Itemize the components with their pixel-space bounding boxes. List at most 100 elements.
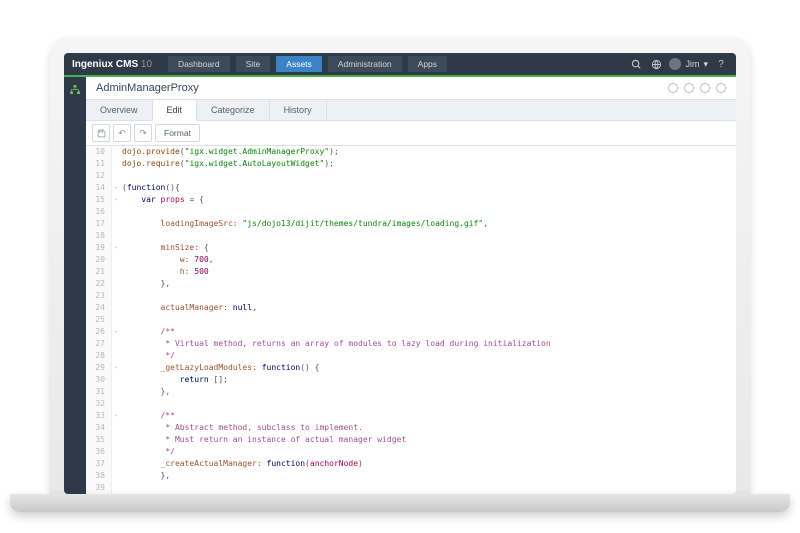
context-action-1[interactable] <box>668 83 678 93</box>
fold-toggle[interactable]: - <box>112 182 120 194</box>
fold-toggle <box>112 374 120 386</box>
nav-apps[interactable]: Apps <box>408 56 447 72</box>
page-title: AdminManagerProxy <box>96 82 199 94</box>
fold-toggle <box>112 482 120 494</box>
fold-toggle <box>112 146 120 158</box>
code-line[interactable]: 15- var props = { <box>86 194 736 206</box>
code-line[interactable]: 24 actualManager: null, <box>86 302 736 314</box>
context-action-3[interactable] <box>700 83 710 93</box>
code-line[interactable]: 39 <box>86 482 736 494</box>
code-line[interactable]: 30 return []; <box>86 374 736 386</box>
code-line[interactable]: 21 h: 500 <box>86 266 736 278</box>
fold-toggle <box>112 206 120 218</box>
code-content: loadingImageSrc: "js/dojo13/dijit/themes… <box>120 218 488 230</box>
line-number: 30 <box>86 374 112 386</box>
fold-toggle[interactable]: - <box>112 326 120 338</box>
user-menu[interactable]: Jim ▾ <box>669 58 708 70</box>
fold-toggle <box>112 266 120 278</box>
code-content: /** <box>120 410 175 422</box>
fold-toggle[interactable]: - <box>112 410 120 422</box>
line-number: 23 <box>86 290 112 302</box>
chevron-down-icon: ▾ <box>703 59 708 70</box>
code-content: * Virtual method, returns an array of mo… <box>120 338 551 350</box>
code-content: */ <box>120 350 175 362</box>
fold-toggle[interactable]: - <box>112 194 120 206</box>
code-line[interactable]: 34 * Abstract method, subclass to implem… <box>86 422 736 434</box>
fold-toggle <box>112 170 120 182</box>
fold-toggle <box>112 386 120 398</box>
line-number: 19 <box>86 242 112 254</box>
code-line[interactable]: 14-(function(){ <box>86 182 736 194</box>
code-line[interactable]: 32 <box>86 398 736 410</box>
help-icon[interactable]: ? <box>714 57 728 71</box>
code-line[interactable]: 17 loadingImageSrc: "js/dojo13/dijit/the… <box>86 218 736 230</box>
nav-assets[interactable]: Assets <box>276 56 322 72</box>
line-number: 16 <box>86 206 112 218</box>
tab-overview[interactable]: Overview <box>86 100 153 120</box>
line-number: 35 <box>86 434 112 446</box>
code-line[interactable]: 28 */ <box>86 350 736 362</box>
nav-site[interactable]: Site <box>236 56 271 72</box>
fold-toggle <box>112 290 120 302</box>
code-line[interactable]: 18 <box>86 230 736 242</box>
nav-administration[interactable]: Administration <box>328 56 402 72</box>
tab-edit[interactable]: Edit <box>153 100 198 121</box>
sitemap-icon[interactable] <box>69 83 82 96</box>
code-line[interactable]: 10dojo.provide("igx.widget.AdminManagerP… <box>86 146 736 158</box>
context-action-2[interactable] <box>684 83 694 93</box>
tab-history[interactable]: History <box>270 100 327 120</box>
code-content <box>120 170 122 182</box>
code-line[interactable]: 12 <box>86 170 736 182</box>
line-number: 12 <box>86 170 112 182</box>
fold-toggle <box>112 458 120 470</box>
fold-toggle <box>112 422 120 434</box>
code-content: }, <box>120 278 170 290</box>
app-window: Ingeniux CMS 10 Dashboard Site Assets Ad… <box>64 53 736 494</box>
fold-toggle <box>112 302 120 314</box>
fold-toggle[interactable]: - <box>112 362 120 374</box>
tab-categorize[interactable]: Categorize <box>197 100 270 120</box>
code-line[interactable]: 23 <box>86 290 736 302</box>
code-line[interactable]: 27 * Virtual method, returns an array of… <box>86 338 736 350</box>
line-number: 39 <box>86 482 112 494</box>
code-line[interactable]: 33- /** <box>86 410 736 422</box>
line-number: 36 <box>86 446 112 458</box>
globe-icon[interactable] <box>649 57 663 71</box>
code-line[interactable]: 31 }, <box>86 386 736 398</box>
fold-toggle <box>112 338 120 350</box>
context-action-4[interactable] <box>716 83 726 93</box>
redo-button[interactable]: ↷ <box>134 124 152 142</box>
code-line[interactable]: 29- _getLazyLoadModules: function() { <box>86 362 736 374</box>
code-line[interactable]: 35 * Must return an instance of actual m… <box>86 434 736 446</box>
line-number: 14 <box>86 182 112 194</box>
code-line[interactable]: 38 }, <box>86 470 736 482</box>
format-button[interactable]: Format <box>155 124 200 142</box>
code-content: }, <box>120 386 170 398</box>
code-line[interactable]: 11dojo.require("igx.widget.AutoLayoutWid… <box>86 158 736 170</box>
line-number: 10 <box>86 146 112 158</box>
line-number: 20 <box>86 254 112 266</box>
code-line[interactable]: 26- /** <box>86 326 736 338</box>
line-number: 28 <box>86 350 112 362</box>
save-button[interactable] <box>92 124 110 142</box>
fold-toggle <box>112 314 120 326</box>
nav-dashboard[interactable]: Dashboard <box>168 56 230 72</box>
line-number: 32 <box>86 398 112 410</box>
fold-toggle[interactable]: - <box>112 242 120 254</box>
code-line[interactable]: 37 _createActualManager: function(anchor… <box>86 458 736 470</box>
code-line[interactable]: 20 w: 700, <box>86 254 736 266</box>
code-line[interactable]: 25 <box>86 314 736 326</box>
fold-toggle <box>112 230 120 242</box>
code-line[interactable]: 36 */ <box>86 446 736 458</box>
user-name: Jim <box>685 59 699 69</box>
code-line[interactable]: 16 <box>86 206 736 218</box>
code-editor[interactable]: 10dojo.provide("igx.widget.AdminManagerP… <box>86 146 736 494</box>
fold-toggle <box>112 398 120 410</box>
code-content: dojo.require("igx.widget.AutoLayoutWidge… <box>120 158 334 170</box>
search-icon[interactable] <box>629 57 643 71</box>
undo-button[interactable]: ↶ <box>113 124 131 142</box>
fold-toggle <box>112 350 120 362</box>
code-line[interactable]: 19- minSize: { <box>86 242 736 254</box>
code-line[interactable]: 22 }, <box>86 278 736 290</box>
line-number: 18 <box>86 230 112 242</box>
